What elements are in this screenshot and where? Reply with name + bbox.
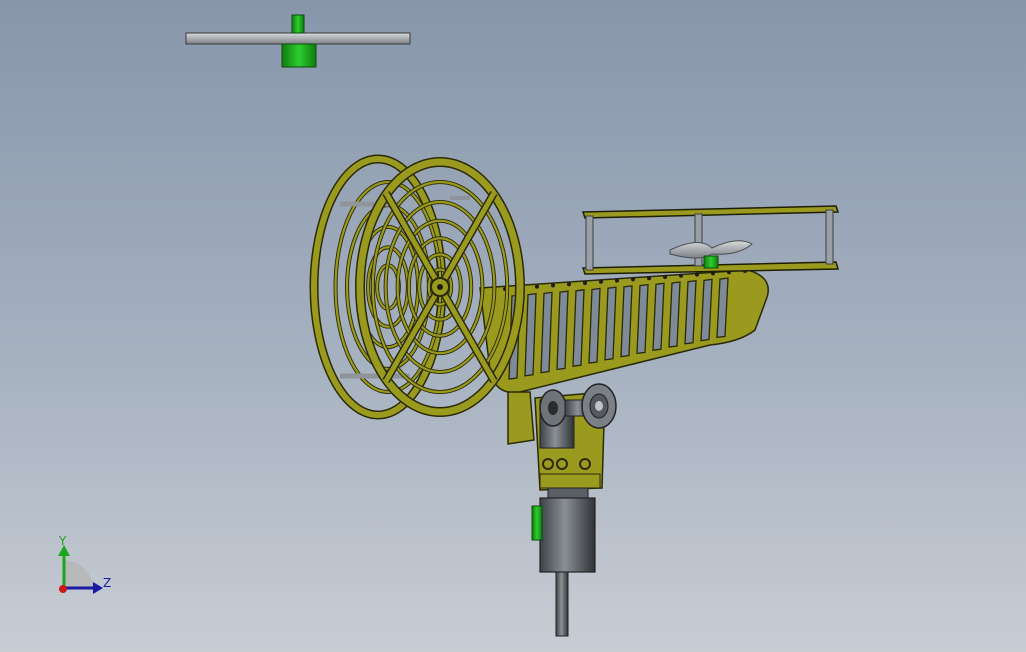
base-motor bbox=[531, 487, 596, 637]
arm-hole bbox=[631, 277, 635, 282]
arm-hole bbox=[679, 273, 683, 278]
triad-y-label: Y bbox=[58, 534, 67, 548]
arm-hole bbox=[583, 281, 587, 285]
top-rotor-hub bbox=[281, 43, 317, 68]
coordinate-triad-icon: Y Z bbox=[58, 534, 111, 594]
top-rotor-blade bbox=[185, 32, 411, 45]
arm-hole bbox=[599, 279, 603, 284]
tail-assembly bbox=[581, 205, 840, 275]
pivot-joint bbox=[507, 383, 617, 491]
guard-ring bbox=[334, 180, 442, 394]
arm-hole bbox=[647, 276, 651, 281]
arm-hole bbox=[567, 282, 571, 287]
model-scene: Y Z bbox=[58, 14, 840, 637]
arm-hole bbox=[663, 275, 667, 279]
support-post bbox=[555, 571, 569, 637]
tail-rotor-hub bbox=[703, 255, 719, 269]
rear-guard-rings bbox=[333, 180, 443, 394]
fan-guard-front bbox=[355, 157, 525, 417]
triad-z-label: Z bbox=[103, 576, 111, 590]
arm-hole bbox=[551, 283, 555, 288]
arm-hole bbox=[535, 284, 539, 289]
motor-green-connector bbox=[531, 505, 543, 541]
arm-hole bbox=[615, 278, 619, 283]
cad-viewport[interactable]: Y Z bbox=[0, 0, 1026, 652]
top-rotor-shaft bbox=[291, 14, 305, 34]
top-rotor bbox=[185, 14, 411, 68]
arm-hole bbox=[695, 272, 699, 277]
tail-rotor-blade bbox=[669, 240, 753, 259]
